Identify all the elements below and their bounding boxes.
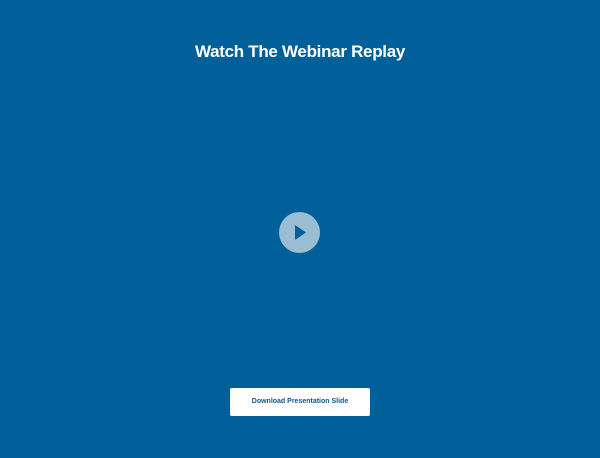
download-presentation-button[interactable]: Download Presentation Slide	[230, 388, 370, 416]
page-title: Watch The Webinar Replay	[194, 42, 406, 61]
play-icon	[295, 225, 306, 240]
webinar-page: Watch The Webinar Replay Download Presen…	[0, 0, 600, 458]
play-button[interactable]	[279, 212, 320, 253]
video-player[interactable]	[20, 82, 580, 382]
